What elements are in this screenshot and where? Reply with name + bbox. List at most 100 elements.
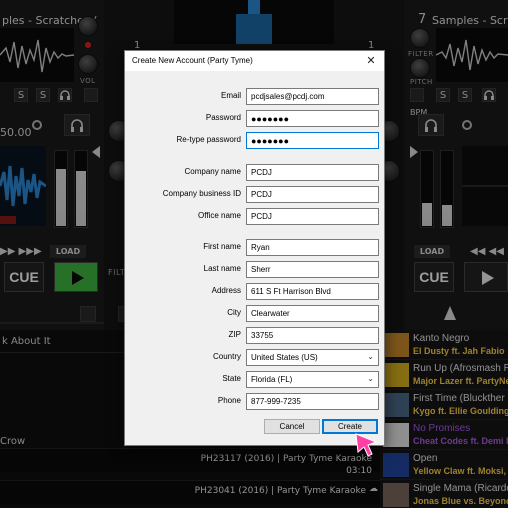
right-headphone-cue-button[interactable] — [418, 114, 444, 136]
text-field[interactable]: PCDJ — [246, 208, 379, 225]
right-deck-title: Samples - Scratch — [432, 14, 508, 27]
text-field[interactable]: Sherr — [246, 261, 379, 278]
left-headphone-button[interactable] — [58, 88, 72, 102]
right-square-button[interactable] — [410, 88, 424, 102]
field-value: United States (US) — [251, 353, 318, 362]
album-thumbnail — [383, 333, 409, 357]
right-deck: 7 Samples - Scratch FILTER PITCH S S BPM… — [404, 0, 508, 330]
track-row-1-meta: PH23117 (2016) | Party Tyme Karaoke — [200, 454, 372, 464]
right-play-button[interactable] — [464, 262, 508, 292]
right-pitch-pointer-icon[interactable] — [410, 146, 418, 158]
left-s-button-2[interactable]: S — [36, 88, 50, 102]
field-label: Office name — [198, 211, 241, 220]
album-thumbnail — [383, 393, 409, 417]
track-title: Kanto Negro — [413, 333, 470, 344]
track-title: Run Up (Afrosmash R — [413, 363, 508, 374]
left-transport-arrows[interactable]: ▶▶ ▶▶▶ — [0, 246, 42, 257]
list-item[interactable]: Run Up (Afrosmash R Major Lazer ft. Party… — [380, 360, 508, 390]
text-field[interactable]: Ryan — [246, 239, 379, 256]
right-tempo-marker-icon[interactable] — [444, 306, 456, 320]
album-thumbnail — [383, 453, 409, 477]
list-item[interactable]: Kanto Negro El Dusty ft. Jah Fabio — [380, 330, 508, 360]
field-label: Country — [212, 352, 241, 361]
list-item[interactable]: No Promises Cheat Codes ft. Demi Lo — [380, 420, 508, 450]
chevron-down-icon[interactable]: ⌄ — [367, 352, 374, 361]
left-s-button-1[interactable]: S — [14, 88, 28, 102]
field-label: City — [227, 308, 241, 317]
field-value: Ryan — [251, 243, 270, 252]
list-item[interactable]: Single Mama (Ricardo Jonas Blue vs. Beyon… — [380, 480, 508, 508]
left-play-button[interactable] — [54, 262, 98, 292]
field-label: Phone — [217, 396, 241, 405]
track-row-2[interactable]: PH23041 (2016) | Party Tyme Karaoke ☁ — [0, 480, 380, 504]
dialog-titlebar[interactable]: Create New Account (Party Tyme) ✕ — [125, 51, 384, 71]
create-account-dialog: Create New Account (Party Tyme) ✕ Email p… — [124, 50, 385, 446]
cancel-button[interactable]: Cancel — [264, 419, 320, 434]
text-field[interactable]: Clearwater — [246, 305, 379, 322]
right-s-button-1[interactable]: S — [436, 88, 450, 102]
dialog-title: Create New Account (Party Tyme) — [132, 56, 253, 65]
left-headphone-cue-button[interactable] — [64, 114, 90, 136]
left-load-button[interactable]: LOAD — [50, 245, 86, 258]
select-field[interactable]: Florida (FL) ⌄ — [246, 371, 379, 388]
right-transport-arrows[interactable]: ◀◀ ◀◀ — [470, 246, 504, 257]
text-field[interactable]: PCDJ — [246, 186, 379, 203]
left-cue-button[interactable]: CUE — [4, 262, 44, 292]
field-value: PCDJ — [251, 212, 272, 221]
cloud-icon: ☁ — [369, 484, 378, 494]
track-artist: Cheat Codes ft. Demi Lo — [413, 436, 508, 446]
right-load-button[interactable]: LOAD — [414, 245, 450, 258]
left-knob-top[interactable] — [78, 16, 98, 36]
right-sample-waveform — [435, 28, 508, 82]
right-level-meter-2 — [440, 150, 454, 228]
field-value: PCDJ — [251, 168, 272, 177]
text-field[interactable]: 33755 — [246, 327, 379, 344]
right-headphone-button[interactable] — [482, 88, 496, 102]
field-value: Florida (FL) — [251, 375, 293, 384]
headphone-icon — [484, 90, 494, 100]
mouse-cursor-icon — [355, 433, 378, 457]
field-value: Clearwater — [251, 309, 290, 318]
chevron-down-icon[interactable]: ⌄ — [367, 374, 374, 383]
track-artist: El Dusty ft. Jah Fabio — [413, 346, 505, 356]
left-bottom-square-button[interactable] — [80, 306, 96, 322]
left-sample-waveform — [0, 28, 75, 82]
left-bpm-value: 50.00 — [0, 126, 32, 139]
field-label: Last name — [203, 264, 241, 273]
left-square-button[interactable] — [84, 88, 98, 102]
left-volume-knob[interactable] — [78, 54, 98, 74]
left-pitch-pointer-icon[interactable] — [92, 146, 100, 158]
list-item[interactable]: First Time (Bluckther Kygo ft. Ellie Goul… — [380, 390, 508, 420]
close-icon[interactable]: ✕ — [358, 51, 384, 71]
field-label: State — [222, 374, 241, 383]
field-value: pcdjsales@pcdj.com — [251, 92, 325, 101]
headphone-icon — [60, 90, 70, 100]
field-label: Company name — [184, 167, 241, 176]
left-sync-icon[interactable] — [32, 120, 42, 130]
right-cue-button[interactable]: CUE — [414, 262, 454, 292]
text-field[interactable]: pcdjsales@pcdj.com — [246, 88, 379, 105]
right-s-button-2[interactable]: S — [458, 88, 472, 102]
left-track-waveform — [0, 146, 47, 226]
track-artist: Yellow Claw ft. Moksi, J — [413, 466, 508, 476]
right-pitch-knob[interactable] — [410, 58, 430, 78]
track-row-1[interactable]: PH23117 (2016) | Party Tyme Karaoke — [0, 448, 380, 472]
text-field[interactable]: 877-999-7235 — [246, 393, 379, 410]
field-value: ●●●●●●● — [251, 114, 290, 124]
right-track-list: Kanto Negro El Dusty ft. Jah Fabio Run Up … — [380, 330, 508, 508]
album-thumbnail — [383, 363, 409, 387]
text-field[interactable]: ●●●●●●● — [246, 110, 379, 127]
field-value: PCDJ — [251, 190, 272, 199]
album-thumbnail — [383, 423, 409, 447]
text-field[interactable]: ●●●●●●● — [246, 132, 379, 149]
right-filter-knob[interactable] — [410, 28, 430, 48]
dj-app-window: ples - Scratches ( VOL S S 50.00 ▶▶ ▶▶▶ … — [0, 0, 508, 508]
right-sync-icon[interactable] — [462, 120, 472, 130]
center-wave-svg — [236, 0, 272, 44]
right-sample-wave-svg — [435, 39, 508, 71]
text-field[interactable]: 611 S Ft Harrison Blvd — [246, 283, 379, 300]
album-thumbnail — [383, 483, 409, 507]
select-field[interactable]: United States (US) ⌄ — [246, 349, 379, 366]
list-item[interactable]: Open Yellow Claw ft. Moksi, J — [380, 450, 508, 480]
text-field[interactable]: PCDJ — [246, 164, 379, 181]
